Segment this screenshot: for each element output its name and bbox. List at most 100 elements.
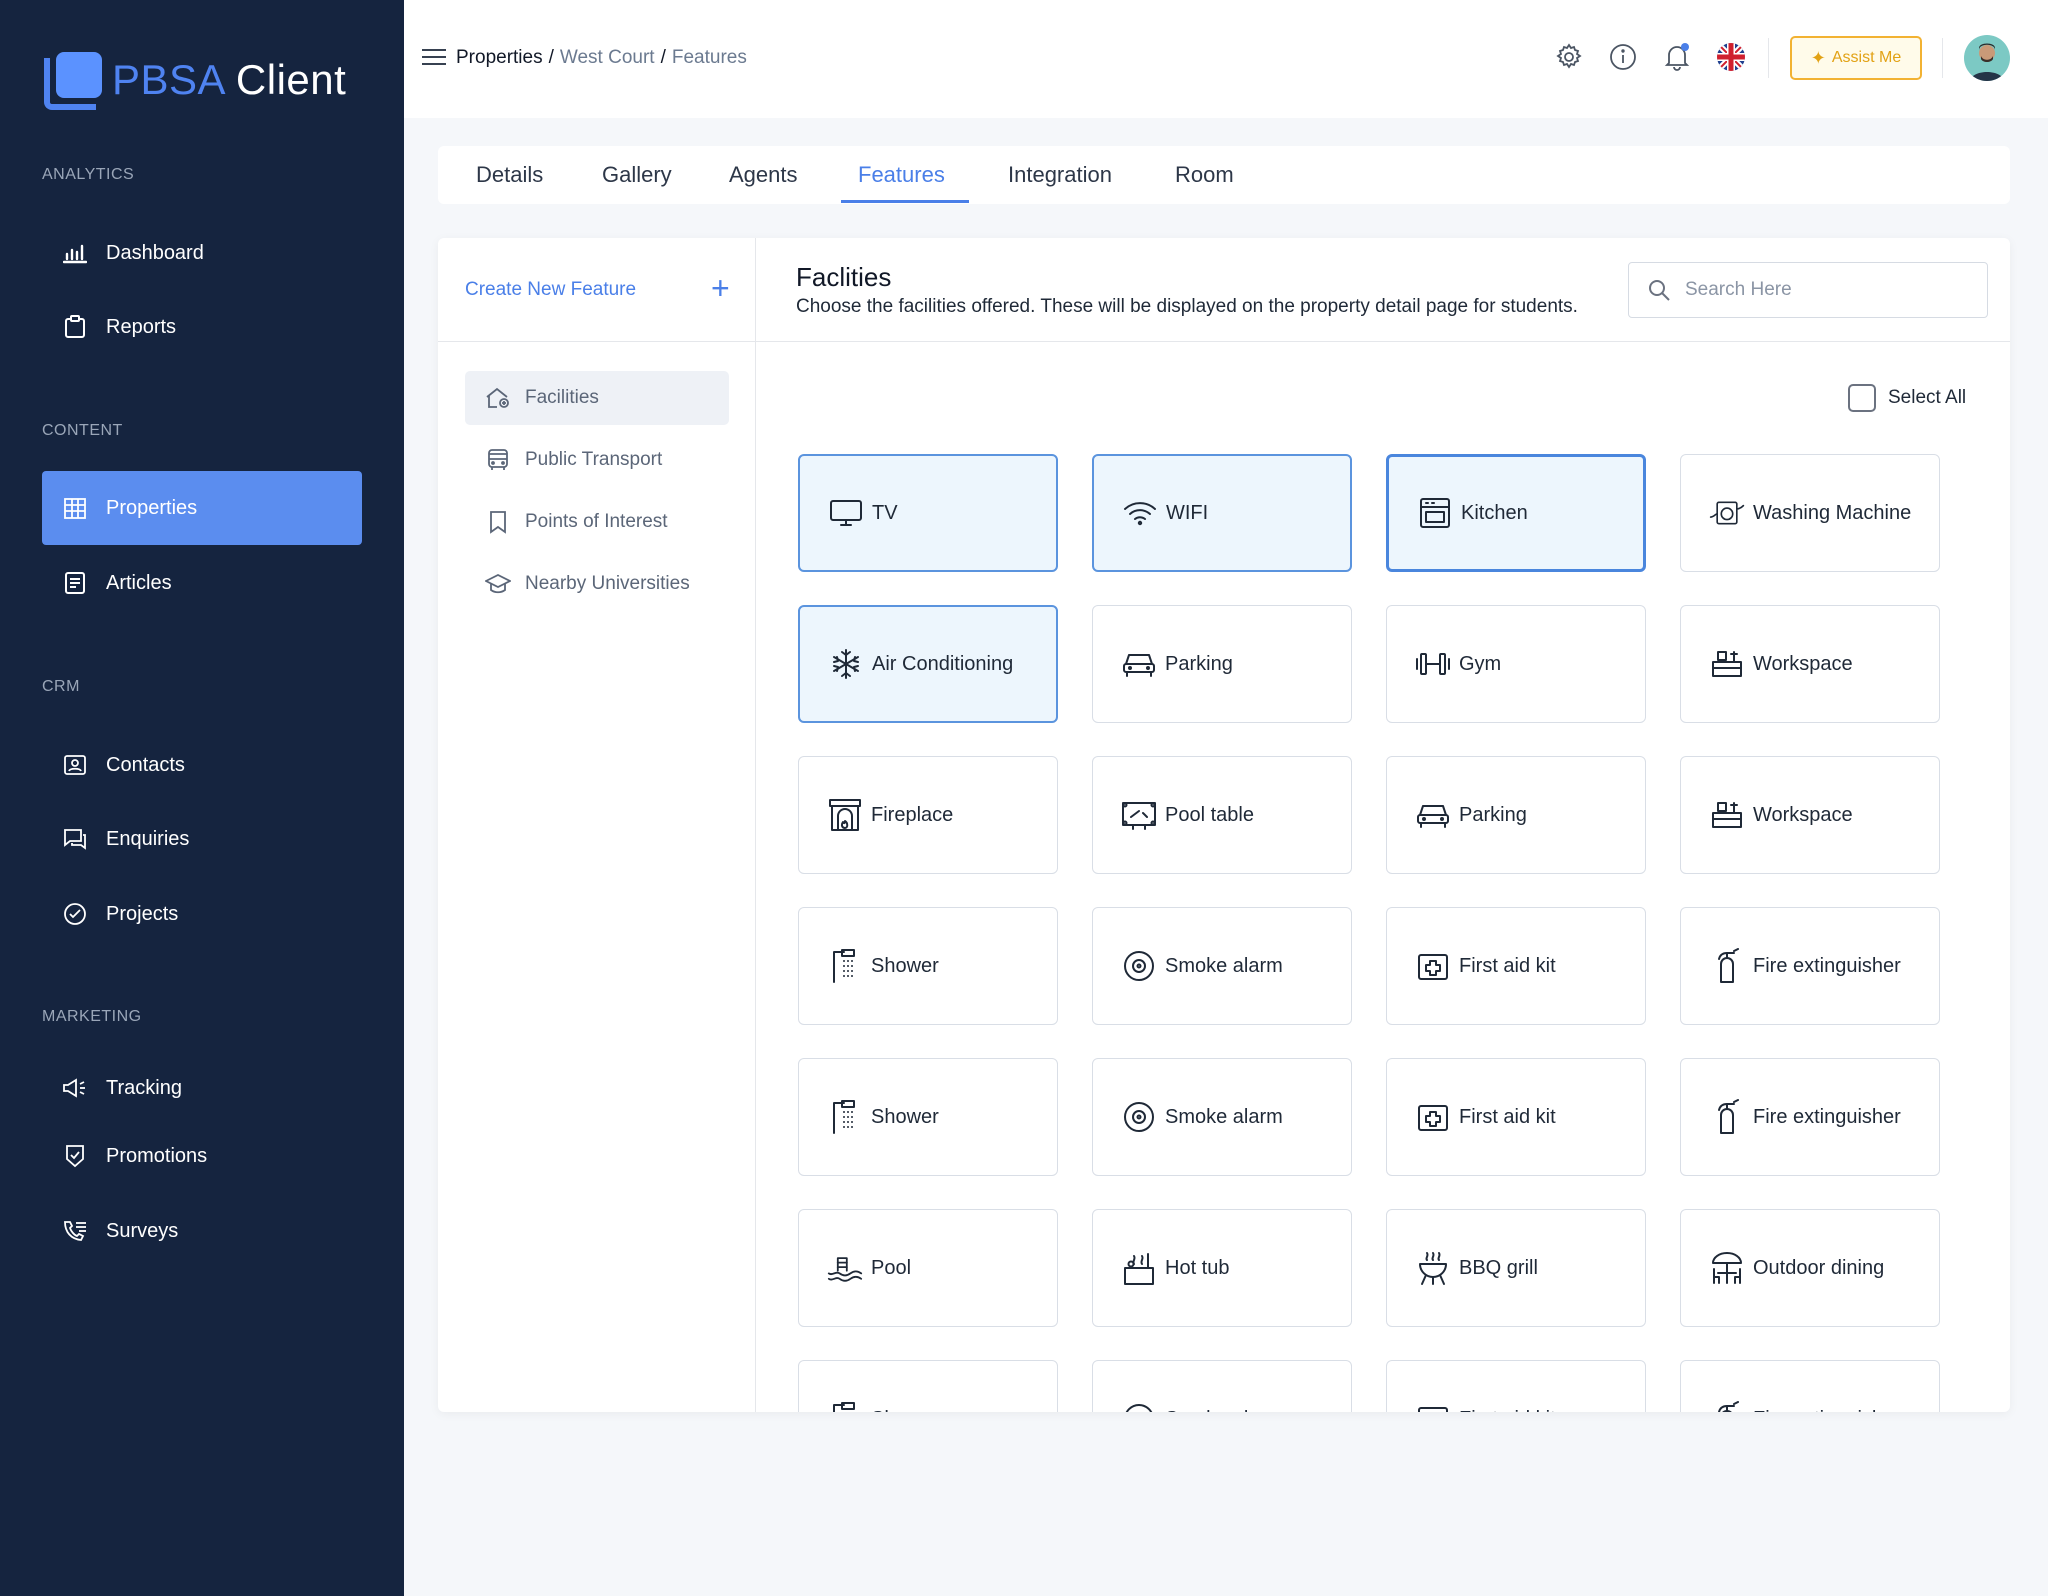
feature-tile[interactable]: Gym (1386, 605, 1646, 723)
search-box[interactable] (1628, 262, 1988, 318)
feature-label: TV (872, 501, 898, 524)
feature-tile[interactable]: TV (798, 454, 1058, 572)
feature-label: Outdoor dining (1753, 1256, 1885, 1279)
feature-tile[interactable]: Washing Machine (1680, 454, 1940, 572)
pool-icon (827, 1250, 863, 1286)
feature-label: WIFI (1166, 501, 1209, 524)
sidebar-item-dashboard[interactable]: Dashboard (42, 216, 362, 290)
feature-tile[interactable]: Workspace (1680, 605, 1940, 723)
feature-tile[interactable]: Shower (798, 1360, 1058, 1412)
search-icon (1647, 278, 1671, 302)
feature-tile[interactable]: Parking (1386, 756, 1646, 874)
sidebar: PBSA Client ANALYTICS Dashboard Reports … (0, 0, 404, 1596)
feature-tile[interactable]: Outdoor dining (1680, 1209, 1940, 1327)
feature-tile[interactable]: Pool (798, 1209, 1058, 1327)
features-card: Create New Feature + Facilities Public T… (438, 238, 2010, 1412)
sidebar-item-label: Properties (106, 496, 198, 519)
clipboard-icon (62, 314, 88, 340)
sidebar-item-promotions[interactable]: Promotions (42, 1119, 362, 1193)
sidebar-item-label: Reports (106, 315, 177, 338)
feature-tile[interactable]: Smoke alarm (1092, 1058, 1352, 1176)
house-icon (485, 385, 511, 411)
avatar[interactable] (1964, 35, 2010, 81)
feature-tile[interactable]: Pool table (1092, 756, 1352, 874)
category-item-points-of-interest[interactable]: Points of Interest (465, 495, 729, 549)
feature-tile[interactable]: First aid kit (1386, 1360, 1646, 1412)
feature-tile[interactable]: Kitchen (1386, 454, 1646, 572)
gear-icon[interactable] (1554, 42, 1584, 72)
create-new-feature-row[interactable]: Create New Feature + (438, 238, 756, 342)
feature-tile[interactable]: Shower (798, 907, 1058, 1025)
menu-icon[interactable] (422, 48, 446, 66)
feature-tile[interactable]: Fireplace (798, 756, 1058, 874)
sidebar-item-articles[interactable]: Articles (42, 546, 362, 620)
category-item-nearby-universities[interactable]: Nearby Universities (465, 557, 729, 611)
feature-tile[interactable]: WIFI (1092, 454, 1352, 572)
feature-label: Kitchen (1461, 501, 1528, 524)
section-label-analytics: ANALYTICS (42, 166, 135, 183)
tab-agents[interactable]: Agents (729, 162, 798, 188)
logo-text-part1: PBSA (112, 56, 224, 103)
feature-tile[interactable]: BBQ grill (1386, 1209, 1646, 1327)
feature-label: Fireplace (871, 803, 954, 826)
app-logo[interactable]: PBSA Client (42, 48, 346, 112)
feature-label: Shower (871, 954, 939, 977)
bookmark-icon (485, 509, 511, 535)
feature-tile[interactable]: Workspace (1680, 756, 1940, 874)
sidebar-item-contacts[interactable]: Contacts (42, 728, 362, 802)
feature-label: Workspace (1753, 803, 1853, 826)
section-label-marketing: MARKETING (42, 1008, 142, 1025)
category-item-facilities[interactable]: Facilities (465, 371, 729, 425)
search-input[interactable] (1685, 279, 1965, 301)
feature-tile[interactable]: Parking (1092, 605, 1352, 723)
sidebar-item-surveys[interactable]: Surveys (42, 1194, 362, 1268)
feature-tile[interactable]: Fire extinguisher (1680, 1360, 1940, 1412)
breadcrumb-properties[interactable]: Properties (456, 47, 543, 69)
info-icon[interactable] (1608, 42, 1638, 72)
sidebar-item-label: Dashboard (106, 241, 204, 264)
feature-tile[interactable]: Smoke alarm (1092, 1360, 1352, 1412)
feature-label: BBQ grill (1459, 1256, 1538, 1279)
assist-me-button[interactable]: ✦ Assist Me (1790, 36, 1922, 80)
sidebar-item-properties[interactable]: Properties (42, 471, 362, 545)
feature-tile[interactable]: First aid kit (1386, 1058, 1646, 1176)
plus-icon[interactable]: + (711, 270, 730, 307)
feature-tile[interactable]: First aid kit (1386, 907, 1646, 1025)
category-item-public-transport[interactable]: Public Transport (465, 433, 729, 487)
tab-bar: Details Gallery Agents Features Integrat… (438, 146, 2010, 204)
feature-tile[interactable]: Smoke alarm (1092, 907, 1352, 1025)
tab-features[interactable]: Features (858, 162, 945, 188)
uk-flag-icon[interactable] (1716, 42, 1746, 72)
sidebar-item-label: Enquiries (106, 827, 190, 850)
bell-icon[interactable] (1662, 42, 1692, 72)
feature-tile[interactable]: Shower (798, 1058, 1058, 1176)
tab-details[interactable]: Details (476, 162, 543, 188)
logo-mark-icon (42, 48, 104, 112)
breadcrumb-separator: / (548, 47, 554, 68)
bus-icon (485, 447, 511, 473)
chat-icon (62, 826, 88, 852)
feature-label: Pool table (1165, 803, 1254, 826)
tab-gallery[interactable]: Gallery (602, 162, 672, 188)
feature-tile[interactable]: Fire extinguisher (1680, 907, 1940, 1025)
sidebar-item-enquiries[interactable]: Enquiries (42, 802, 362, 876)
sidebar-item-reports[interactable]: Reports (42, 290, 362, 364)
select-all-checkbox[interactable] (1848, 384, 1876, 412)
smoke-alarm-icon (1121, 948, 1157, 984)
first-aid-icon (1415, 1099, 1451, 1135)
sidebar-item-tracking[interactable]: Tracking (42, 1051, 362, 1125)
feature-label: Smoke alarm (1165, 1105, 1283, 1128)
sidebar-item-label: Projects (106, 902, 179, 925)
category-label: Facilities (525, 387, 599, 408)
feature-tile[interactable]: Hot tub (1092, 1209, 1352, 1327)
tab-room[interactable]: Room (1175, 162, 1234, 188)
feature-tile[interactable]: Air Conditioning (798, 605, 1058, 723)
sidebar-item-projects[interactable]: Projects (42, 877, 362, 951)
feature-tile[interactable]: Fire extinguisher (1680, 1058, 1940, 1176)
select-all-control[interactable]: Select All (1848, 384, 1966, 412)
tab-integration[interactable]: Integration (1008, 162, 1112, 188)
create-new-feature-link[interactable]: Create New Feature (465, 279, 636, 301)
first-aid-icon (1415, 948, 1451, 984)
breadcrumb-west-court[interactable]: West Court (560, 47, 655, 69)
sidebar-item-label: Contacts (106, 753, 185, 776)
